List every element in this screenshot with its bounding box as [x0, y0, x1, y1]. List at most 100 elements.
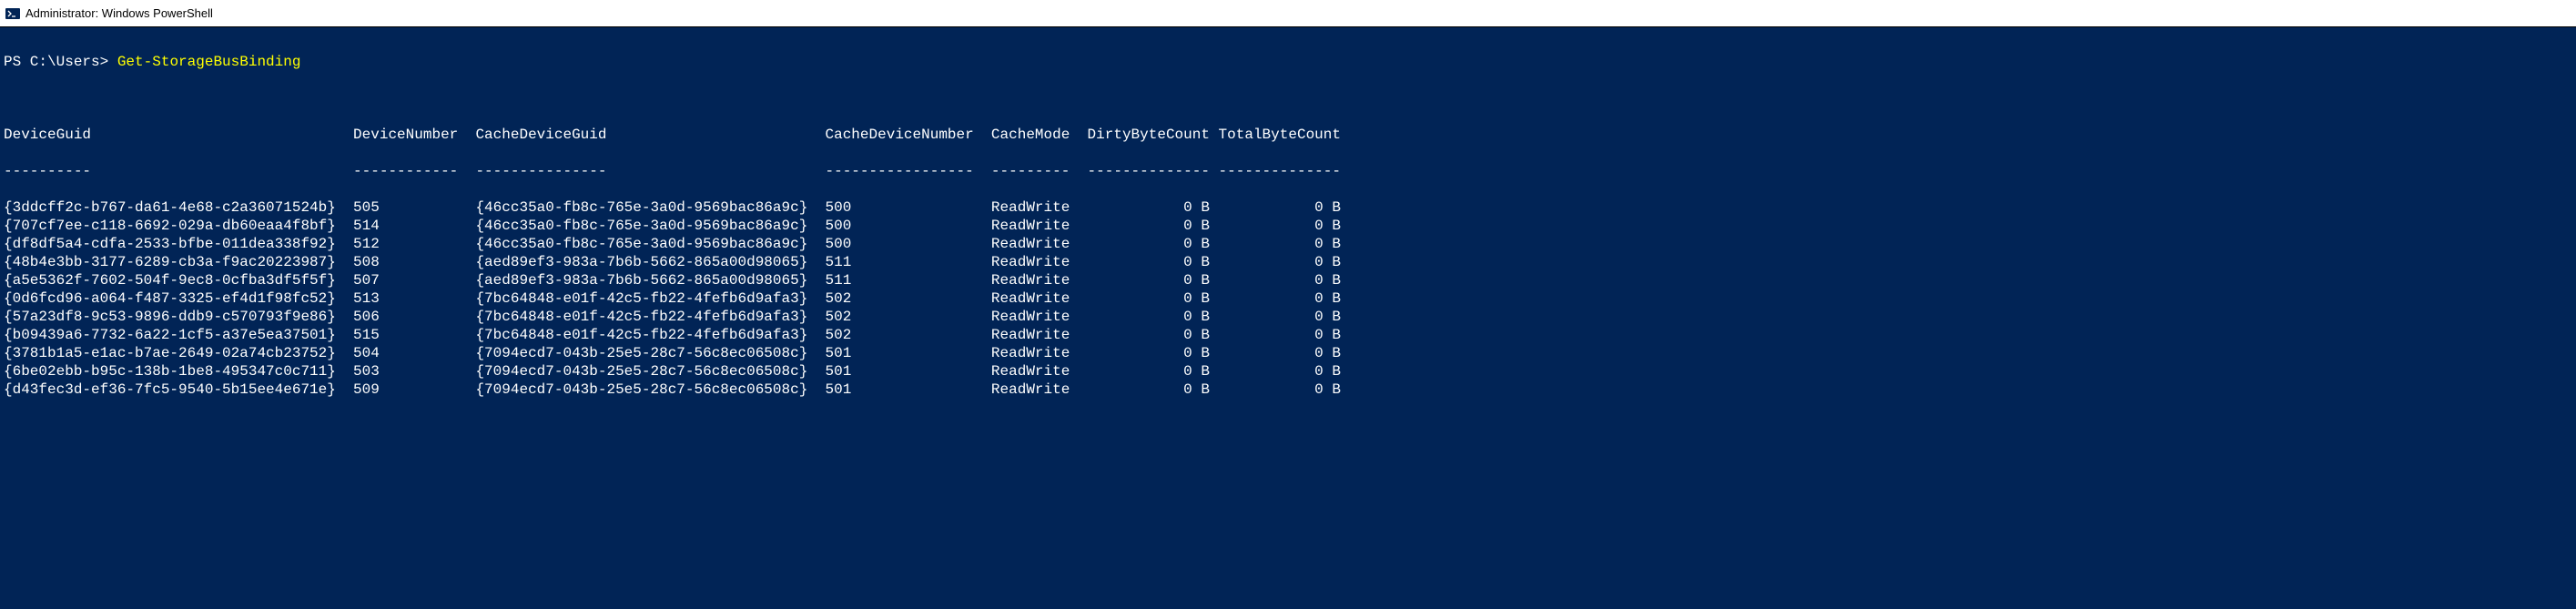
cell-deviceguid: {df8df5a4-cdfa-2533-bfbe-011dea338f92} [4, 235, 344, 253]
header-totalbytecount: TotalByteCount [1219, 126, 1341, 144]
cell-cachemode: ReadWrite [991, 344, 1079, 362]
header-cachedevicenumber: CacheDeviceNumber [826, 126, 983, 144]
cell-totalbytecount: 0 B [1219, 344, 1341, 362]
cell-deviceguid: {a5e5362f-7602-504f-9ec8-0cfba3df5f5f} [4, 271, 344, 289]
cell-devicenumber: 503 [353, 362, 467, 381]
table-row: {0d6fcd96-a064-f487-3325-ef4d1f98fc52} 5… [4, 289, 2572, 308]
cell-cachedevicenumber: 511 [826, 253, 983, 271]
cell-deviceguid: {3781b1a5-e1ac-b7ae-2649-02a74cb23752} [4, 344, 344, 362]
cell-cachemode: ReadWrite [991, 362, 1079, 381]
dash-cachemode: --------- [991, 162, 1079, 180]
cell-dirtybytecount: 0 B [1088, 344, 1210, 362]
cell-cachedevicenumber: 500 [826, 235, 983, 253]
cell-cachedeviceguid: {7094ecd7-043b-25e5-28c7-56c8ec06508c} [475, 344, 816, 362]
cell-dirtybytecount: 0 B [1088, 253, 1210, 271]
header-devicenumber: DeviceNumber [353, 126, 467, 144]
dash-cachedeviceguid: --------------- [475, 162, 816, 180]
dash-deviceguid: ---------- [4, 162, 344, 180]
cell-cachedeviceguid: {7094ecd7-043b-25e5-28c7-56c8ec06508c} [475, 381, 816, 399]
cell-cachedevicenumber: 502 [826, 326, 983, 344]
cell-totalbytecount: 0 B [1219, 253, 1341, 271]
cell-dirtybytecount: 0 B [1088, 217, 1210, 235]
cell-cachemode: ReadWrite [991, 217, 1079, 235]
cell-deviceguid: {d43fec3d-ef36-7fc5-9540-5b15ee4e671e} [4, 381, 344, 399]
table-row: {57a23df8-9c53-9896-ddb9-c570793f9e86} 5… [4, 308, 2572, 326]
header-deviceguid: DeviceGuid [4, 126, 344, 144]
cell-totalbytecount: 0 B [1219, 326, 1341, 344]
cell-dirtybytecount: 0 B [1088, 289, 1210, 308]
table-row: {6be02ebb-b95c-138b-1be8-495347c0c711} 5… [4, 362, 2572, 381]
cell-cachedeviceguid: {7bc64848-e01f-42c5-fb22-4fefb6d9afa3} [475, 308, 816, 326]
cell-dirtybytecount: 0 B [1088, 271, 1210, 289]
cell-totalbytecount: 0 B [1219, 308, 1341, 326]
cell-cachemode: ReadWrite [991, 381, 1079, 399]
prompt-prefix: PS C:\Users> [4, 54, 117, 70]
window-titlebar[interactable]: Administrator: Windows PowerShell [0, 0, 2576, 27]
cell-totalbytecount: 0 B [1219, 289, 1341, 308]
blank-line [4, 89, 2572, 107]
cell-cachemode: ReadWrite [991, 289, 1079, 308]
header-cachemode: CacheMode [991, 126, 1079, 144]
cell-cachemode: ReadWrite [991, 271, 1079, 289]
prompt-line: PS C:\Users> Get-StorageBusBinding [4, 53, 2572, 71]
cell-deviceguid: {57a23df8-9c53-9896-ddb9-c570793f9e86} [4, 308, 344, 326]
cell-devicenumber: 507 [353, 271, 467, 289]
cell-cachedeviceguid: {46cc35a0-fb8c-765e-3a0d-9569bac86a9c} [475, 235, 816, 253]
dash-cachedevicenumber: ----------------- [826, 162, 983, 180]
table-row: {a5e5362f-7602-504f-9ec8-0cfba3df5f5f} 5… [4, 271, 2572, 289]
dash-devicenumber: ------------ [353, 162, 467, 180]
cell-cachedeviceguid: {7094ecd7-043b-25e5-28c7-56c8ec06508c} [475, 362, 816, 381]
cell-cachedeviceguid: {46cc35a0-fb8c-765e-3a0d-9569bac86a9c} [475, 217, 816, 235]
cell-cachedevicenumber: 502 [826, 308, 983, 326]
cell-cachedeviceguid: {aed89ef3-983a-7b6b-5662-865a00d98065} [475, 253, 816, 271]
table-row: {df8df5a4-cdfa-2533-bfbe-011dea338f92} 5… [4, 235, 2572, 253]
cell-cachedeviceguid: {46cc35a0-fb8c-765e-3a0d-9569bac86a9c} [475, 198, 816, 217]
cell-cachemode: ReadWrite [991, 235, 1079, 253]
cell-dirtybytecount: 0 B [1088, 381, 1210, 399]
cell-totalbytecount: 0 B [1219, 235, 1341, 253]
cell-totalbytecount: 0 B [1219, 217, 1341, 235]
dash-dirtybytecount: -------------- [1088, 162, 1210, 180]
cell-deviceguid: {707cf7ee-c118-6692-029a-db60eaa4f8bf} [4, 217, 344, 235]
table-row: {3ddcff2c-b767-da61-4e68-c2a36071524b} 5… [4, 198, 2572, 217]
header-dirtybytecount: DirtyByteCount [1088, 126, 1210, 144]
cell-deviceguid: {0d6fcd96-a064-f487-3325-ef4d1f98fc52} [4, 289, 344, 308]
cell-cachedevicenumber: 500 [826, 198, 983, 217]
cell-cachedevicenumber: 511 [826, 271, 983, 289]
cell-dirtybytecount: 0 B [1088, 362, 1210, 381]
cell-cachedevicenumber: 500 [826, 217, 983, 235]
table-dash-row: ---------- ------------ --------------- … [4, 162, 2572, 180]
cell-devicenumber: 514 [353, 217, 467, 235]
window-title: Administrator: Windows PowerShell [25, 6, 213, 20]
table-row: {d43fec3d-ef36-7fc5-9540-5b15ee4e671e} 5… [4, 381, 2572, 399]
terminal-output[interactable]: PS C:\Users> Get-StorageBusBinding Devic… [0, 27, 2576, 424]
cell-devicenumber: 506 [353, 308, 467, 326]
table-row: {48b4e3bb-3177-6289-cb3a-f9ac20223987} 5… [4, 253, 2572, 271]
powershell-icon [5, 6, 20, 21]
cell-cachedevicenumber: 501 [826, 362, 983, 381]
cell-cachedeviceguid: {aed89ef3-983a-7b6b-5662-865a00d98065} [475, 271, 816, 289]
cell-cachemode: ReadWrite [991, 198, 1079, 217]
cell-cachedeviceguid: {7bc64848-e01f-42c5-fb22-4fefb6d9afa3} [475, 289, 816, 308]
cell-devicenumber: 505 [353, 198, 467, 217]
cell-cachemode: ReadWrite [991, 308, 1079, 326]
cell-devicenumber: 508 [353, 253, 467, 271]
cell-devicenumber: 509 [353, 381, 467, 399]
cell-deviceguid: {6be02ebb-b95c-138b-1be8-495347c0c711} [4, 362, 344, 381]
cell-deviceguid: {3ddcff2c-b767-da61-4e68-c2a36071524b} [4, 198, 344, 217]
cell-dirtybytecount: 0 B [1088, 198, 1210, 217]
cell-dirtybytecount: 0 B [1088, 235, 1210, 253]
cell-deviceguid: {b09439a6-7732-6a22-1cf5-a37e5ea37501} [4, 326, 344, 344]
cell-cachemode: ReadWrite [991, 326, 1079, 344]
cell-cachedeviceguid: {7bc64848-e01f-42c5-fb22-4fefb6d9afa3} [475, 326, 816, 344]
cell-devicenumber: 515 [353, 326, 467, 344]
dash-totalbytecount: -------------- [1219, 162, 1341, 180]
table-row: {3781b1a5-e1ac-b7ae-2649-02a74cb23752} 5… [4, 344, 2572, 362]
table-row: {b09439a6-7732-6a22-1cf5-a37e5ea37501} 5… [4, 326, 2572, 344]
cell-totalbytecount: 0 B [1219, 198, 1341, 217]
cell-cachemode: ReadWrite [991, 253, 1079, 271]
cell-deviceguid: {48b4e3bb-3177-6289-cb3a-f9ac20223987} [4, 253, 344, 271]
cell-devicenumber: 512 [353, 235, 467, 253]
cell-totalbytecount: 0 B [1219, 271, 1341, 289]
cell-totalbytecount: 0 B [1219, 381, 1341, 399]
